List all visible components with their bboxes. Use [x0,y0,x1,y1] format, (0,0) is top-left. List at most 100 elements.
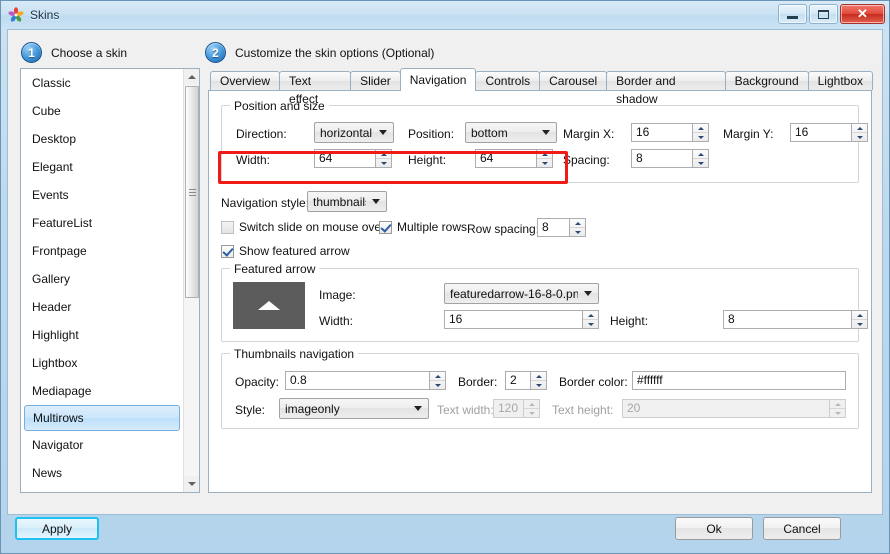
tab-border-and-shadow[interactable]: Border and shadow [606,71,726,106]
list-item-selected[interactable]: Multirows [24,405,180,431]
tab-text-effect[interactable]: Text effect [279,71,352,106]
list-item[interactable]: Navigator [21,431,183,459]
opacity-spin-buttons[interactable] [430,371,446,390]
scrollbar-thumb[interactable] [185,86,199,298]
featured-arrow-image-select[interactable]: featuredarrow-16-8-0.png [444,283,599,304]
scroll-down-button[interactable] [184,476,199,492]
featured-arrow-height-input[interactable]: 8 [723,310,852,329]
list-item[interactable]: Elegant [21,153,183,181]
opacity-input[interactable]: 0.8 [285,371,430,390]
spin-down-button[interactable] [693,159,708,167]
list-item[interactable]: Frontpage [21,237,183,265]
minimize-button[interactable] [778,4,807,24]
triangle-up-icon [697,152,704,156]
tab-controls[interactable]: Controls [475,71,541,90]
spin-up-button[interactable] [376,150,391,159]
width-spin-buttons[interactable] [376,149,392,168]
margin-x-spin-buttons[interactable] [693,123,709,142]
tab-background[interactable]: Background [724,71,809,90]
featured-arrow-width-stepper[interactable]: 16 [444,310,599,329]
switch-slide-on-mouse-over-checkbox[interactable]: Switch slide on mouse over [221,220,385,234]
apply-button[interactable]: Apply [15,517,99,540]
triangle-down-icon [541,161,548,165]
spin-down-button[interactable] [570,228,585,236]
spin-up-button[interactable] [583,311,598,320]
list-item[interactable]: Classic [21,69,183,97]
width-input[interactable]: 64 [314,149,376,168]
height-spin-buttons[interactable] [537,149,553,168]
tab-overview[interactable]: Overview [210,71,281,90]
width-stepper[interactable]: 64 [314,149,392,168]
multiple-rows-checkbox[interactable]: Multiple rows [379,220,467,234]
spin-down-button[interactable] [693,133,708,141]
border-input[interactable]: 2 [505,371,531,390]
spin-down-button[interactable] [852,133,867,141]
list-item[interactable]: Desktop [21,125,183,153]
spin-down-button[interactable] [430,381,445,389]
row-spacing-stepper[interactable]: 8 [537,218,586,237]
position-select[interactable]: bottom [465,122,557,143]
margin-y-input[interactable]: 16 [790,123,852,142]
spin-down-button[interactable] [376,159,391,167]
spacing-spin-buttons[interactable] [693,149,709,168]
spin-up-button[interactable] [537,150,552,159]
featured-arrow-height-stepper[interactable]: 8 [723,310,868,329]
margin-y-stepper[interactable]: 16 [790,123,868,142]
row-spacing-input[interactable]: 8 [537,218,570,237]
featured-arrow-width-input[interactable]: 16 [444,310,583,329]
cancel-button[interactable]: Cancel [763,517,841,540]
spin-up-button[interactable] [852,124,867,133]
text-width-label: Text width: [437,403,494,417]
scroll-up-button[interactable] [184,69,199,85]
direction-select[interactable]: horizontal [314,122,394,143]
list-item[interactable]: Header [21,293,183,321]
height-input[interactable]: 64 [475,149,537,168]
triangle-down-icon [834,411,841,415]
tab-navigation[interactable]: Navigation [399,68,477,91]
list-item[interactable]: Events [21,181,183,209]
spin-down-button[interactable] [531,381,546,389]
tab-lightbox[interactable]: Lightbox [807,71,873,90]
tab-slider[interactable]: Slider [350,71,401,90]
ok-button[interactable]: Ok [675,517,753,540]
chevron-down-icon [188,482,196,486]
spin-down-button[interactable] [537,159,552,167]
list-item[interactable]: News [21,459,183,487]
featured-arrow-width-spin-buttons[interactable] [583,310,599,329]
skin-list-scrollbar[interactable] [183,69,199,492]
skin-list[interactable]: Classic Cube Desktop Elegant Events Feat… [20,68,200,493]
close-button[interactable]: ✕ [840,4,885,24]
list-item[interactable]: Lightbox [21,349,183,377]
row-spacing-spin-buttons[interactable] [570,218,586,237]
list-item[interactable]: Mediapage [21,377,183,405]
show-featured-arrow-checkbox[interactable]: Show featured arrow [221,244,350,258]
window-title: Skins [30,8,60,22]
border-stepper[interactable]: 2 [505,371,547,390]
spin-down-button[interactable] [583,320,598,328]
spin-up-button[interactable] [570,219,585,228]
opacity-stepper[interactable]: 0.8 [285,371,446,390]
margin-x-input[interactable]: 16 [631,123,693,142]
navigation-style-select[interactable]: thumbnails [307,191,387,212]
spin-up-button[interactable] [430,372,445,381]
spin-up-button[interactable] [531,372,546,381]
border-spin-buttons[interactable] [531,371,547,390]
spin-down-button[interactable] [852,320,867,328]
list-item[interactable]: Gallery [21,265,183,293]
thumbnail-style-select[interactable]: imageonly [279,398,429,419]
list-item[interactable]: FeatureList [21,209,183,237]
list-item[interactable]: Highlight [21,321,183,349]
margin-y-spin-buttons[interactable] [852,123,868,142]
spin-up-button[interactable] [693,150,708,159]
spacing-stepper[interactable]: 8 [631,149,709,168]
spacing-input[interactable]: 8 [631,149,693,168]
featured-arrow-height-spin-buttons[interactable] [852,310,868,329]
spin-up-button[interactable] [852,311,867,320]
margin-x-stepper[interactable]: 16 [631,123,709,142]
spin-up-button[interactable] [693,124,708,133]
list-item[interactable]: Cube [21,97,183,125]
height-stepper[interactable]: 64 [475,149,553,168]
tab-carousel[interactable]: Carousel [539,71,608,90]
maximize-button[interactable] [809,4,838,24]
border-color-input[interactable]: #ffffff [632,371,846,390]
